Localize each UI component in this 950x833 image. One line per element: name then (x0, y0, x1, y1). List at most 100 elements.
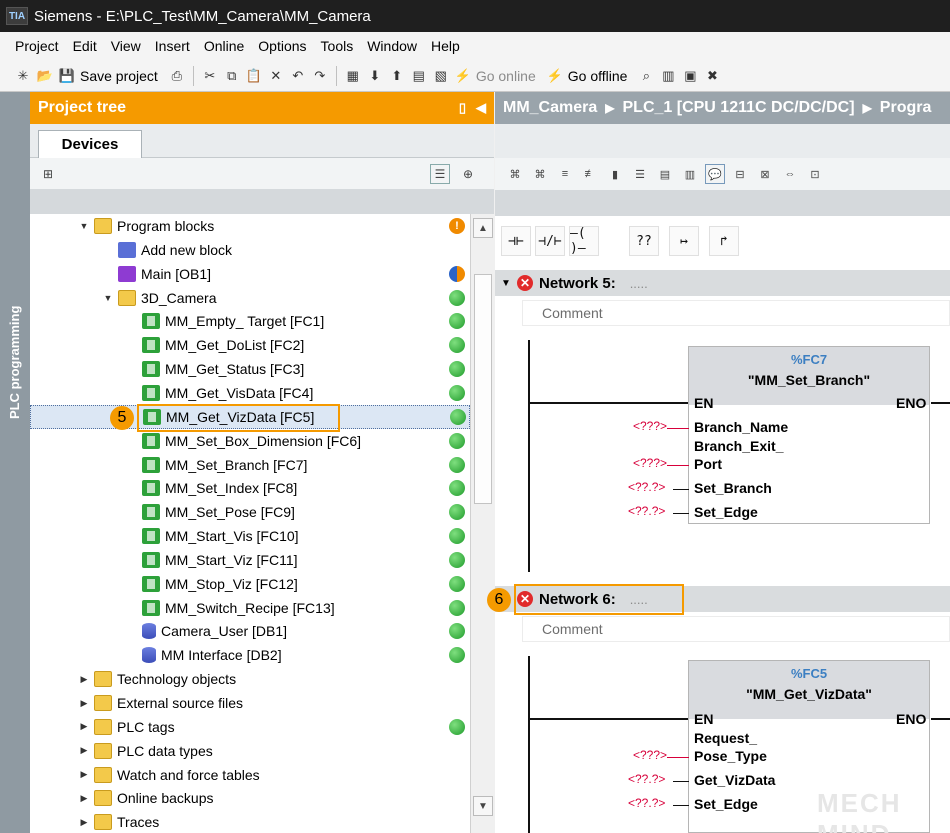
nc-contact-button[interactable]: ⊣/⊢ (535, 226, 565, 256)
monitor-icon[interactable]: ⌘ (505, 164, 525, 184)
fc5-pose-type-operand[interactable]: <???> (633, 748, 667, 762)
scroll-down-icon[interactable]: ▼ (473, 796, 493, 816)
monitor-off-icon[interactable]: ⌘ (530, 164, 550, 184)
add-device-icon[interactable]: ⊕ (458, 164, 478, 184)
menu-online[interactable]: Online (197, 38, 251, 54)
empty-box-button[interactable]: ?? (629, 226, 659, 256)
side-strip-label[interactable]: PLC programming (4, 282, 26, 442)
start-cpu-icon[interactable]: ▥ (659, 67, 677, 85)
tree-item[interactable]: ▶ Online backups (30, 786, 470, 810)
fc7-port-operand[interactable]: <???> (633, 456, 667, 470)
tree-item[interactable]: ▶ PLC data types (30, 739, 470, 763)
fc7-branch-name-operand[interactable]: <???> (633, 419, 667, 433)
collapse-icon[interactable]: ▤ (655, 164, 675, 184)
open-all-icon[interactable]: ▮ (605, 164, 625, 184)
go-offline-button[interactable]: Go offline (568, 68, 628, 84)
paste-icon[interactable]: 📋 (245, 67, 263, 85)
download-icon[interactable]: ⬇ (366, 67, 384, 85)
menu-insert[interactable]: Insert (148, 38, 197, 54)
accessible-devices-icon[interactable]: ⌕ (637, 67, 655, 85)
tree-item[interactable]: Main [OB1] (30, 262, 470, 286)
upload-icon[interactable]: ⬆ (388, 67, 406, 85)
menu-project[interactable]: Project (8, 38, 66, 54)
fc5-set-edge-operand[interactable]: <??.?> (628, 796, 665, 810)
tree-item[interactable]: MM_Set_Box_Dimension [FC6] (30, 429, 470, 453)
tree-item[interactable]: ▶ External source files (30, 691, 470, 715)
menu-view[interactable]: View (104, 38, 148, 54)
close-branch-button[interactable]: ↱ (709, 226, 739, 256)
tab-devices[interactable]: Devices (38, 130, 142, 158)
expand-arrow-icon[interactable]: ▼ (102, 293, 114, 303)
go-online-icon[interactable]: ⚡ (454, 67, 472, 85)
collapsed-arrow-icon[interactable]: ▶ (78, 745, 90, 756)
tree-item[interactable]: MM_Get_Status [FC3] (30, 357, 470, 381)
open-branch-button[interactable]: ↦ (669, 226, 699, 256)
tree-item[interactable]: ▶ Traces (30, 810, 470, 833)
cross-reference-icon[interactable]: ✖ (703, 67, 721, 85)
collapsed-arrow-icon[interactable]: ▶ (78, 793, 90, 804)
comment-icon[interactable]: 💬 (705, 164, 725, 184)
tree-item[interactable]: MM_Get_VisData [FC4] (30, 381, 470, 405)
collapse-arrow-icon[interactable]: ▼ (501, 278, 513, 289)
tree-item[interactable]: MM_Get_DoList [FC2] (30, 333, 470, 357)
collapsed-arrow-icon[interactable]: ▶ (78, 698, 90, 709)
scroll-up-icon[interactable]: ▲ (473, 218, 493, 238)
save-project-button[interactable]: Save project (80, 68, 158, 84)
breadcrumb-project[interactable]: MM_Camera (503, 99, 597, 117)
redo-icon[interactable]: ↷ (311, 67, 329, 85)
absolute-address-icon[interactable]: ⊟ (730, 164, 750, 184)
tree-scrollbar[interactable]: ▲ ▼ (470, 214, 494, 833)
print-icon[interactable]: ⎙ (168, 67, 186, 85)
collapsed-arrow-icon[interactable]: ▶ (78, 817, 90, 828)
cut-icon[interactable]: ✂ (201, 67, 219, 85)
tree-item[interactable]: MM_Set_Pose [FC9] (30, 500, 470, 524)
compile-icon[interactable]: ▦ (344, 67, 362, 85)
undo-icon[interactable]: ↶ (289, 67, 307, 85)
no-contact-button[interactable]: ⊣⊢ (501, 226, 531, 256)
stop-cpu-icon[interactable]: ▣ (681, 67, 699, 85)
align-icon[interactable]: ☰ (630, 164, 650, 184)
tree-item[interactable]: MM Interface [DB2] (30, 643, 470, 667)
new-project-icon[interactable]: ✳ (14, 67, 32, 85)
coil-button[interactable]: –( )– (569, 226, 599, 256)
fc7-set-branch-operand[interactable]: <??.?> (628, 480, 665, 494)
favorites-icon[interactable]: ⊠ (755, 164, 775, 184)
menu-window[interactable]: Window (360, 38, 424, 54)
tree-item[interactable]: ▼ Program blocks! (30, 214, 470, 238)
tree-item[interactable]: MM_Set_Index [FC8] (30, 476, 470, 500)
start-runtime-icon[interactable]: ▧ (432, 67, 450, 85)
device-overview-icon[interactable]: ⊞ (38, 164, 58, 184)
fc7-block[interactable]: %FC7 "MM_Set_Branch" (688, 346, 930, 524)
network-6-comment[interactable]: Comment (522, 616, 950, 642)
breadcrumb-plc[interactable]: PLC_1 [CPU 1211C DC/DC/DC] (623, 99, 855, 117)
tree-item[interactable]: MM_Empty_ Target [FC1] (30, 309, 470, 333)
go-offline-icon[interactable]: ⚡ (546, 67, 564, 85)
expand-arrow-icon[interactable]: ▼ (78, 221, 90, 231)
save-icon[interactable]: 💾 (58, 67, 76, 85)
go-online-button[interactable]: Go online (476, 68, 536, 84)
open-project-icon[interactable]: 📂 (36, 67, 54, 85)
tree-item[interactable]: ▶ Technology objects (30, 667, 470, 691)
tree-item[interactable]: Camera_User [DB1] (30, 619, 470, 643)
list-view-icon[interactable]: ☰ (430, 164, 450, 184)
tree-item[interactable]: Add new block (30, 238, 470, 262)
tree-item[interactable]: ▶ Watch and force tables (30, 763, 470, 787)
goto-icon[interactable]: ⇔ (780, 164, 800, 184)
tree-item[interactable]: MM_Start_Viz [FC11] (30, 548, 470, 572)
scrollbar-thumb[interactable] (474, 274, 492, 504)
copy-icon[interactable]: ⧉ (223, 67, 241, 85)
menu-tools[interactable]: Tools (314, 38, 361, 54)
fc7-set-edge-operand[interactable]: <??.?> (628, 504, 665, 518)
insert-network-icon[interactable]: ≡ (555, 164, 575, 184)
collapsed-arrow-icon[interactable]: ▶ (78, 769, 90, 780)
tree-item[interactable]: ▶ PLC tags (30, 715, 470, 739)
pin-panel-icon[interactable]: ▯ (459, 100, 466, 116)
tree-item[interactable]: MM_Stop_Viz [FC12] (30, 572, 470, 596)
collapsed-arrow-icon[interactable]: ▶ (78, 721, 90, 732)
network-5-header[interactable]: ▼ ✕ Network 5: ..... (495, 270, 950, 296)
tree-item[interactable]: MM_Set_Branch [FC7] (30, 453, 470, 477)
collapsed-arrow-icon[interactable]: ▶ (78, 674, 90, 685)
fc5-get-vizdata-operand[interactable]: <??.?> (628, 772, 665, 786)
delete-icon[interactable]: ✕ (267, 67, 285, 85)
tree-item[interactable]: ▼ 3D_Camera (30, 286, 470, 310)
